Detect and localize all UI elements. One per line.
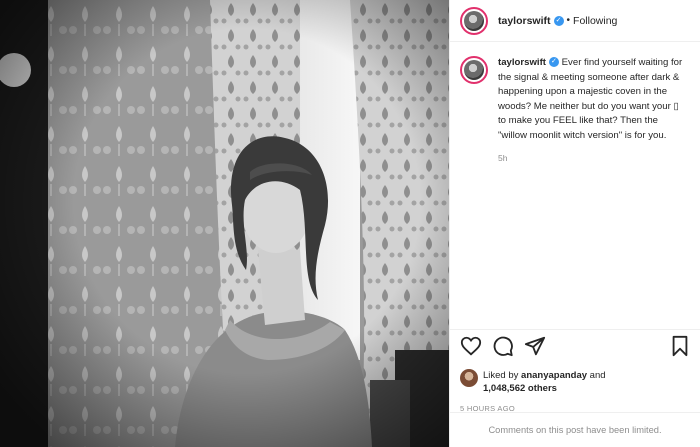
post-header: taylorswift ✓ • Following — [450, 0, 700, 42]
header-username[interactable]: taylorswift — [498, 15, 551, 27]
caption-avatar[interactable] — [460, 56, 488, 84]
post-sidebar: taylorswift ✓ • Following taylorswift ✓ E… — [449, 0, 700, 447]
liker-avatar[interactable] — [460, 369, 478, 387]
post-photo[interactable] — [0, 0, 449, 447]
likes-summary: Liked by ananyapanday and 1,048,562 othe… — [460, 369, 690, 395]
action-bar: Liked by ananyapanday and 1,048,562 othe… — [450, 329, 700, 413]
avatar[interactable] — [460, 6, 488, 35]
caption-body: taylorswift ✓ Ever find yourself waiting … — [498, 56, 683, 143]
post-caption: taylorswift ✓ Ever find yourself waiting … — [450, 42, 700, 143]
caption-timestamp[interactable]: 5h — [498, 153, 700, 163]
instagram-post: taylorswift ✓ • Following taylorswift ✓ E… — [0, 0, 700, 447]
likes-joiner: and — [589, 370, 606, 381]
caption-username[interactable]: taylorswift — [498, 57, 546, 68]
following-button[interactable]: Following — [573, 15, 617, 27]
send-icon[interactable] — [524, 335, 546, 362]
likes-count[interactable]: 1,048,562 others — [483, 383, 557, 394]
header-separator: • — [566, 15, 571, 26]
verified-badge-icon: ✓ — [553, 15, 564, 26]
verified-badge-icon: ✓ — [548, 57, 559, 68]
comment-icon[interactable] — [492, 335, 514, 362]
heart-icon[interactable] — [460, 335, 482, 362]
comments-limited-notice: Comments on this post have been limited. — [450, 412, 700, 447]
caption-text: Ever find yourself waiting for the signa… — [498, 57, 683, 141]
photo-artwork — [0, 0, 449, 447]
liker-username[interactable]: ananyapanday — [521, 370, 587, 381]
likes-prefix: Liked by — [483, 370, 519, 381]
bookmark-icon[interactable] — [670, 335, 690, 362]
